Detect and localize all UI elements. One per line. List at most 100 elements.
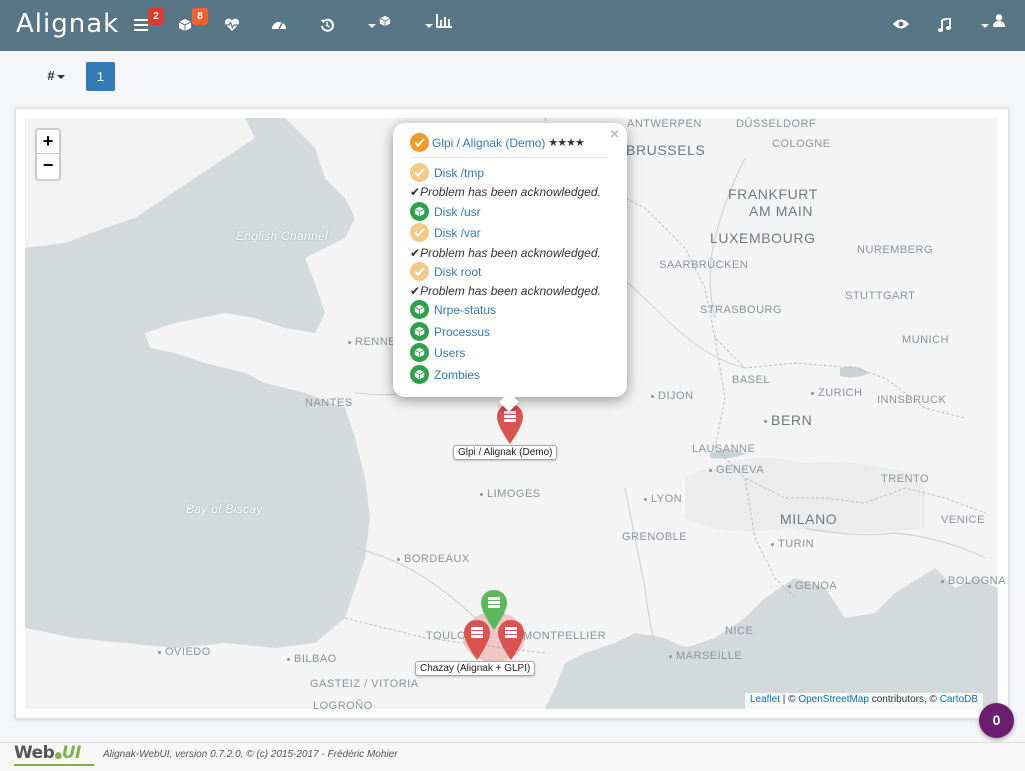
- map-label-turin: TURIN: [771, 538, 814, 550]
- footer-version-text: Alignak-WebUI, version 0.7.2.0, © (c) 20…: [103, 749, 398, 760]
- map-label-bologna: BOLOGNA: [941, 575, 1006, 587]
- business-impact-stars: ★★★★: [548, 137, 584, 149]
- music-icon[interactable]: [931, 14, 957, 38]
- map-attribution: Leaflet | © OpenStreetMap contributors, …: [745, 693, 984, 709]
- map-label-gasteiz: GASTEIZ / VITORIA: [310, 678, 419, 690]
- map-label-basel: BASEL: [732, 374, 770, 386]
- map-label-oviedo: OVIEDO: [158, 646, 211, 658]
- map-label-nice: NICE: [725, 625, 754, 637]
- problems-list-icon[interactable]: 2: [128, 8, 164, 38]
- service-row: Disk /var: [410, 223, 481, 242]
- attribution-text: contributors, ©: [868, 694, 940, 705]
- service-link[interactable]: Zombies: [434, 368, 480, 382]
- map-label-dusseldorf: DÜSSELDORF: [736, 118, 817, 130]
- map-label-saarbrucken: SAARBRÜCKEN: [659, 259, 749, 271]
- cube-icon: [410, 300, 429, 319]
- map-label-dijon: DIJON: [651, 390, 694, 402]
- map-label-brussels: BRUSSELS: [626, 142, 706, 158]
- zoom-out-button[interactable]: −: [37, 154, 59, 178]
- host-marker-critical-2[interactable]: [464, 620, 490, 660]
- attribution-separator: | ©: [780, 694, 799, 705]
- service-row: Disk /tmp: [410, 163, 484, 182]
- map-label-stuttgart: STUTTGART: [845, 290, 916, 302]
- map-label-limoges: LIMOGES: [480, 488, 541, 500]
- popup-close-button[interactable]: ×: [610, 126, 619, 144]
- user-dropdown-icon[interactable]: [980, 14, 1008, 38]
- map-label-logrono: LOGROÑO: [313, 700, 373, 712]
- map-label-luxembourg: LUXEMBOURG: [710, 230, 816, 246]
- check-icon: [410, 223, 429, 242]
- leaflet-link[interactable]: Leaflet: [750, 694, 780, 705]
- cube-icon: [410, 343, 429, 362]
- map-label-milano: MILANO: [780, 511, 838, 527]
- dashboard-icon[interactable]: [266, 14, 292, 38]
- hash-dropdown-button[interactable]: #: [40, 62, 72, 90]
- map-label-frankfurt: FRANKFURT: [728, 186, 818, 202]
- map-label-bay-of-biscay: Bay of Biscay: [186, 502, 263, 516]
- service-link[interactable]: Disk /var: [434, 226, 481, 240]
- service-row: Nrpe-status: [410, 300, 496, 319]
- service-link[interactable]: Disk root: [434, 265, 481, 279]
- map-label-trento: TRENTO: [881, 473, 930, 485]
- map-label-montpellier: MONTPELLIER: [523, 630, 607, 642]
- map-label-bilbao: BILBAO: [287, 653, 337, 665]
- impacts-icon[interactable]: 8: [172, 8, 208, 38]
- popup-host-title: Glpi / Alignak (Demo) ★★★★: [410, 133, 585, 152]
- chevron-down-icon: [56, 74, 65, 79]
- service-link[interactable]: Disk /usr: [434, 205, 481, 219]
- service-link[interactable]: Users: [434, 346, 465, 360]
- webui-logo: Web●UI: [14, 743, 94, 766]
- acknowledged-note: ✔Problem has been acknowledged.: [410, 284, 601, 298]
- map-label-innsbruck: INNSBRUCK: [877, 394, 947, 406]
- openstreetmap-link[interactable]: OpenStreetMap: [798, 694, 869, 705]
- map-label-venice: VENICE: [941, 514, 985, 526]
- heartbeat-icon[interactable]: [219, 14, 245, 38]
- acknowledged-note: ✔Problem has been acknowledged.: [410, 246, 601, 260]
- cube-icon: [410, 322, 429, 341]
- service-link[interactable]: Nrpe-status: [434, 303, 496, 317]
- checkmark-icon: ✔: [410, 246, 421, 260]
- map-label-cologne: COLOGNE: [772, 138, 831, 150]
- map-label-bordeaux: BORDEAUX: [397, 553, 470, 565]
- map-label-english-channel: English Channel: [236, 229, 328, 243]
- check-icon: [410, 163, 429, 182]
- map-label-genoa: GENOA: [788, 580, 837, 592]
- map-label-strasbourg: STRASBOURG: [700, 304, 783, 316]
- host-marker-label: Glpi / Alignak (Demo): [453, 445, 558, 460]
- map-label-zurich: ZURICH: [811, 387, 863, 399]
- brand-logo[interactable]: Alignak: [16, 9, 119, 39]
- acknowledged-note: ✔Problem has been acknowledged.: [410, 185, 601, 199]
- map-label-nantes: NANTES: [305, 397, 353, 409]
- hash-dropdown-label: #: [47, 68, 55, 83]
- map-label-munich: MUNICH: [902, 334, 949, 346]
- map-label-geneva: GENEVA: [709, 464, 764, 476]
- history-icon[interactable]: [314, 14, 340, 38]
- service-link[interactable]: Disk /tmp: [434, 166, 484, 180]
- reports-dropdown-icon[interactable]: [423, 14, 455, 38]
- notification-counter-button[interactable]: 0: [979, 703, 1014, 738]
- service-link[interactable]: Processus: [434, 325, 490, 339]
- cube-icon: [410, 365, 429, 384]
- map-label-marseille: MARSEILLE: [669, 650, 742, 662]
- popup-divider: [410, 157, 608, 158]
- map-label-nuremberg: NUREMBERG: [857, 244, 934, 256]
- map-label-bern: BERN: [764, 412, 812, 428]
- page-1-button[interactable]: 1: [86, 62, 115, 91]
- map-label-antwerpen: ANTWERPEN: [627, 118, 702, 130]
- map-label-lyon: LYON: [644, 493, 682, 505]
- cube-icon: [410, 202, 429, 221]
- check-icon: [410, 262, 429, 281]
- service-row: Disk root: [410, 262, 481, 281]
- eye-icon[interactable]: [888, 14, 914, 38]
- zoom-control: + −: [35, 128, 61, 181]
- host-marker-label-chazay: Chazay (Alignak + GLPI): [415, 661, 536, 676]
- popup-host-link[interactable]: Glpi / Alignak (Demo): [432, 136, 545, 150]
- cartodb-link[interactable]: CartoDB: [940, 694, 978, 705]
- zoom-in-button[interactable]: +: [37, 130, 59, 154]
- host-marker-critical-3[interactable]: [498, 620, 524, 660]
- impacts-count-badge: 8: [192, 8, 208, 25]
- checkmark-icon: ✔: [410, 284, 421, 298]
- service-row: Users: [410, 343, 465, 362]
- checkmark-icon: ✔: [410, 185, 421, 199]
- groups-dropdown-icon[interactable]: [366, 14, 396, 38]
